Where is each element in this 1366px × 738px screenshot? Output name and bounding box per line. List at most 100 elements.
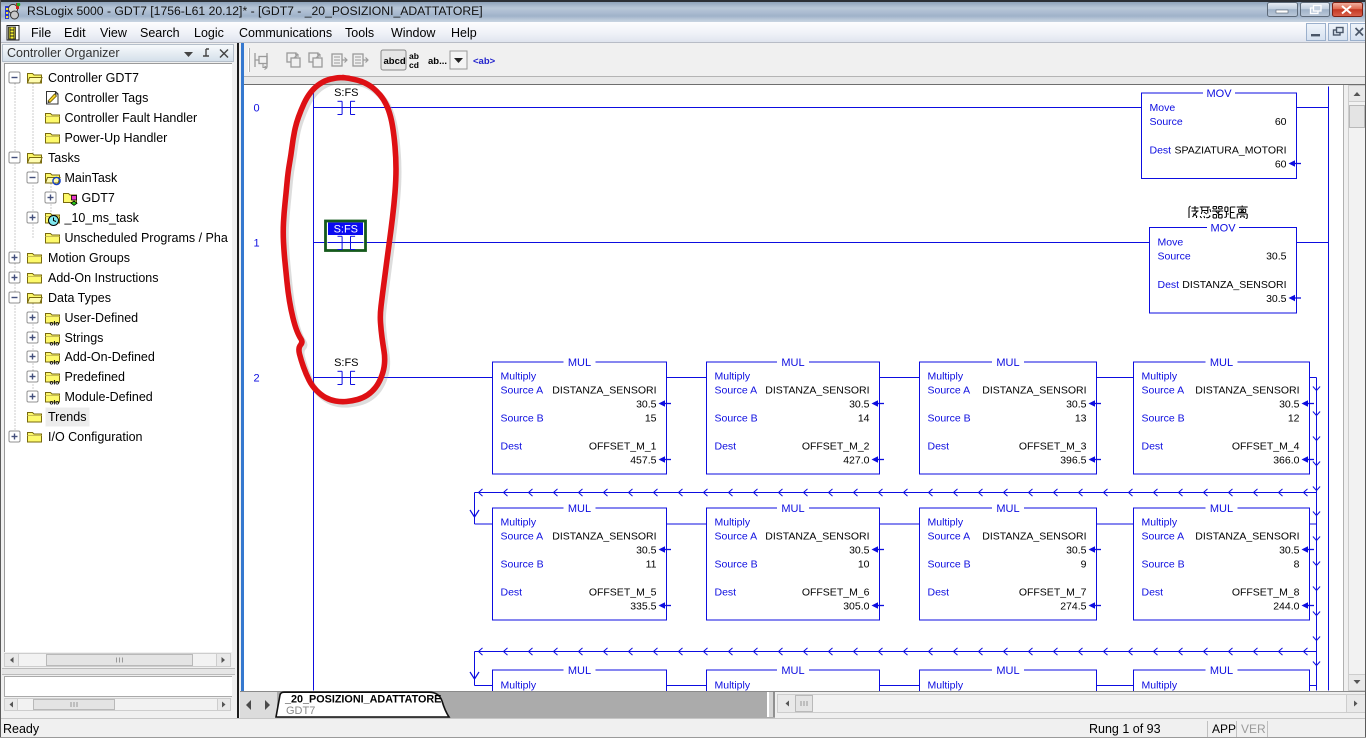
- svg-text:60: 60: [1275, 116, 1287, 128]
- svg-text:DISTANZA_SENSORI: DISTANZA_SENSORI: [765, 385, 869, 397]
- svg-text:30.5: 30.5: [849, 545, 870, 557]
- svg-text:Dest: Dest: [928, 587, 950, 599]
- svg-text:11: 11: [646, 559, 657, 571]
- svg-text:Source B: Source B: [928, 559, 971, 571]
- svg-text:S:FS: S:FS: [334, 87, 358, 99]
- svg-text:Multiply: Multiply: [715, 371, 751, 383]
- svg-text:Source B: Source B: [928, 413, 971, 425]
- svg-text:DISTANZA_SENSORI: DISTANZA_SENSORI: [1195, 531, 1299, 543]
- svg-text:Multiply: Multiply: [501, 680, 537, 692]
- svg-text:MUL: MUL: [781, 665, 804, 677]
- svg-text:Source B: Source B: [1142, 559, 1185, 571]
- svg-text:OFFSET_M_3: OFFSET_M_3: [1019, 441, 1087, 453]
- svg-text:Multiply: Multiply: [928, 371, 964, 383]
- svg-text:OFFSET_M_2: OFFSET_M_2: [802, 441, 870, 453]
- svg-text:MUL: MUL: [1210, 503, 1233, 515]
- svg-text:Source A: Source A: [501, 385, 544, 397]
- svg-text:MUL: MUL: [1210, 665, 1233, 677]
- svg-text:DISTANZA_SENSORI: DISTANZA_SENSORI: [765, 531, 869, 543]
- svg-text:OFFSET_M_6: OFFSET_M_6: [802, 587, 870, 599]
- svg-text:60: 60: [1275, 159, 1287, 171]
- svg-text:244.0: 244.0: [1273, 601, 1299, 613]
- svg-text:S:FS: S:FS: [334, 224, 358, 236]
- svg-text:DISTANZA_SENSORI: DISTANZA_SENSORI: [1195, 385, 1299, 397]
- svg-text:15: 15: [645, 413, 657, 425]
- svg-text:DISTANZA_SENSORI: DISTANZA_SENSORI: [982, 531, 1086, 543]
- svg-text:Dest: Dest: [715, 587, 737, 599]
- svg-text:30.5: 30.5: [1279, 399, 1300, 411]
- svg-text:Dest: Dest: [501, 587, 523, 599]
- svg-text:MOV: MOV: [1206, 88, 1232, 100]
- svg-text:Dest: Dest: [1158, 279, 1180, 291]
- svg-text:Multiply: Multiply: [1142, 680, 1178, 692]
- svg-text:Multiply: Multiply: [1142, 517, 1178, 529]
- svg-text:30.5: 30.5: [1266, 251, 1287, 263]
- svg-text:10: 10: [858, 559, 870, 571]
- svg-text:Multiply: Multiply: [928, 517, 964, 529]
- svg-text:MUL: MUL: [781, 503, 804, 515]
- svg-text:SPAZIATURA_MOTORI: SPAZIATURA_MOTORI: [1174, 145, 1286, 157]
- svg-text:OFFSET_M_7: OFFSET_M_7: [1019, 587, 1087, 599]
- svg-text:30.5: 30.5: [849, 399, 870, 411]
- svg-text:MUL: MUL: [568, 503, 591, 515]
- svg-text:GDT7: GDT7: [286, 705, 315, 717]
- svg-text:Source B: Source B: [501, 413, 544, 425]
- svg-text:Source: Source: [1158, 251, 1191, 263]
- svg-text:MUL: MUL: [996, 357, 1019, 369]
- svg-text:MUL: MUL: [996, 503, 1019, 515]
- svg-text:Dest: Dest: [715, 441, 737, 453]
- svg-text:Multiply: Multiply: [1142, 371, 1178, 383]
- svg-text:Move: Move: [1158, 237, 1184, 249]
- svg-text:Source B: Source B: [501, 559, 544, 571]
- svg-text:Dest: Dest: [1142, 587, 1164, 599]
- svg-text:Multiply: Multiply: [501, 371, 537, 383]
- svg-text:Source B: Source B: [715, 413, 758, 425]
- svg-text:Dest: Dest: [928, 441, 950, 453]
- svg-text:30.5: 30.5: [636, 545, 657, 557]
- svg-text:Multiply: Multiply: [715, 680, 751, 692]
- svg-text:MUL: MUL: [1210, 357, 1233, 369]
- svg-text:Move: Move: [1150, 102, 1176, 114]
- svg-text:13: 13: [1075, 413, 1087, 425]
- svg-text:Source A: Source A: [1142, 531, 1185, 543]
- svg-text:0: 0: [253, 103, 259, 115]
- svg-text:OFFSET_M_5: OFFSET_M_5: [589, 587, 657, 599]
- svg-text:DISTANZA_SENSORI: DISTANZA_SENSORI: [552, 385, 656, 397]
- svg-text:30.5: 30.5: [1066, 545, 1087, 557]
- svg-text:DISTANZA_SENSORI: DISTANZA_SENSORI: [552, 531, 656, 543]
- svg-text:Source A: Source A: [715, 531, 758, 543]
- svg-text:14: 14: [858, 413, 870, 425]
- svg-text:Multiply: Multiply: [501, 517, 537, 529]
- svg-text:335.5: 335.5: [630, 601, 656, 613]
- svg-text:2: 2: [253, 373, 259, 385]
- svg-text:30.5: 30.5: [1279, 545, 1300, 557]
- svg-text:30.5: 30.5: [1266, 293, 1287, 305]
- svg-text:305.0: 305.0: [843, 601, 869, 613]
- svg-text:MUL: MUL: [568, 665, 591, 677]
- svg-text:DISTANZA_SENSORI: DISTANZA_SENSORI: [982, 385, 1086, 397]
- svg-text:DISTANZA_SENSORI: DISTANZA_SENSORI: [1182, 279, 1286, 291]
- svg-text:Source A: Source A: [928, 531, 971, 543]
- svg-text:274.5: 274.5: [1060, 601, 1086, 613]
- svg-text:Dest: Dest: [1150, 145, 1172, 157]
- svg-text:Multiply: Multiply: [715, 517, 751, 529]
- svg-text:MUL: MUL: [996, 665, 1019, 677]
- svg-text:Source: Source: [1150, 116, 1183, 128]
- svg-text:9: 9: [1081, 559, 1087, 571]
- svg-text:OFFSET_M_1: OFFSET_M_1: [589, 441, 657, 453]
- svg-text:396.5: 396.5: [1060, 455, 1086, 467]
- svg-text:_20_POSIZIONI_ADATTATORE: _20_POSIZIONI_ADATTATORE: [284, 694, 441, 706]
- svg-text:1: 1: [253, 238, 259, 250]
- svg-text:8: 8: [1294, 559, 1300, 571]
- svg-text:Dest: Dest: [501, 441, 523, 453]
- svg-text:MUL: MUL: [781, 357, 804, 369]
- svg-text:OFFSET_M_8: OFFSET_M_8: [1232, 587, 1300, 599]
- svg-text:30.5: 30.5: [1066, 399, 1087, 411]
- svg-text:MOV: MOV: [1210, 223, 1236, 235]
- svg-text:Dest: Dest: [1142, 441, 1164, 453]
- svg-text:Source B: Source B: [1142, 413, 1185, 425]
- svg-text:427.0: 427.0: [843, 455, 869, 467]
- svg-text:12: 12: [1288, 413, 1300, 425]
- svg-text:Source A: Source A: [928, 385, 971, 397]
- svg-text:MUL: MUL: [568, 357, 591, 369]
